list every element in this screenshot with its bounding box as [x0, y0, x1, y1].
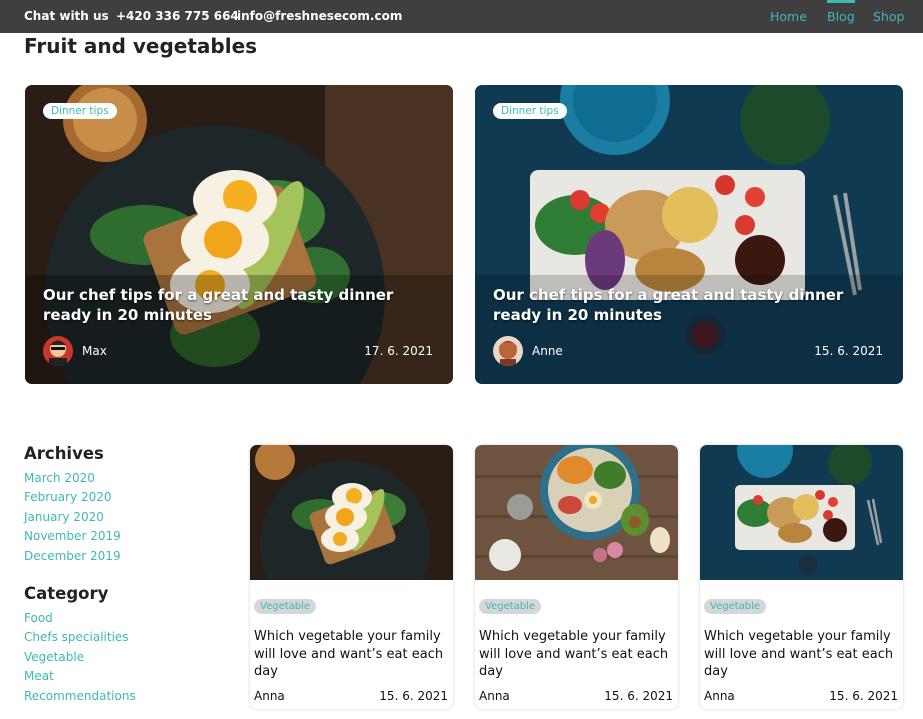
category-link[interactable]: Meat — [24, 669, 54, 683]
category-heading: Category — [24, 584, 109, 603]
nav-shop[interactable]: Shop — [873, 9, 904, 24]
archives-heading: Archives — [24, 444, 104, 463]
featured-post-image — [475, 85, 903, 384]
post-date: 15. 6. 2021 — [814, 344, 883, 358]
category-link[interactable]: Food — [24, 611, 53, 625]
post-image — [700, 445, 903, 580]
post-title[interactable]: Which vegetable your family will love an… — [704, 628, 899, 681]
avatar — [493, 336, 523, 366]
post-title[interactable]: Which vegetable your family will love an… — [254, 628, 449, 681]
category-link[interactable]: Recommendations — [24, 689, 136, 703]
nav-blog[interactable]: Blog — [827, 0, 855, 24]
post-date: 15. 6. 2021 — [604, 689, 673, 703]
post-image — [475, 445, 678, 580]
page-title: Fruit and vegetables — [24, 34, 258, 58]
post-tag[interactable]: Vegetable — [479, 599, 542, 614]
post-tag[interactable]: Dinner tips — [43, 103, 117, 119]
post-image — [250, 445, 453, 580]
post-author: Anne — [532, 344, 563, 358]
post-author: Anna — [704, 689, 735, 703]
archive-link[interactable]: January 2020 — [24, 510, 104, 524]
avatar — [43, 336, 73, 366]
email-link[interactable]: info@freshnesecom.com — [237, 9, 402, 23]
post-date: 15. 6. 2021 — [379, 689, 448, 703]
post-card[interactable]: Vegetable Which vegetable your family wi… — [475, 445, 678, 709]
post-tag[interactable]: Vegetable — [254, 599, 317, 614]
archive-link[interactable]: November 2019 — [24, 529, 121, 543]
post-title[interactable]: Our chef tips for a great and tasty dinn… — [493, 285, 888, 325]
post-tag[interactable]: Vegetable — [704, 599, 767, 614]
nav-home[interactable]: Home — [770, 9, 807, 24]
top-bar: Chat with us +420 336 775 664 info@fresh… — [0, 0, 923, 33]
featured-post-image — [25, 85, 453, 384]
archive-link[interactable]: February 2020 — [24, 490, 112, 504]
featured-post-card[interactable]: Dinner tips Our chef tips for a great an… — [475, 85, 903, 384]
post-title[interactable]: Which vegetable your family will love an… — [479, 628, 674, 681]
post-card[interactable]: Vegetable Which vegetable your family wi… — [250, 445, 453, 709]
post-card[interactable]: Vegetable Which vegetable your family wi… — [700, 445, 903, 709]
archive-link[interactable]: March 2020 — [24, 471, 95, 485]
post-date: 17. 6. 2021 — [364, 344, 433, 358]
post-author: Anna — [479, 689, 510, 703]
post-title[interactable]: Our chef tips for a great and tasty dinn… — [43, 285, 438, 325]
chat-link[interactable]: Chat with us — [24, 9, 109, 23]
post-author: Anna — [254, 689, 285, 703]
archive-link[interactable]: December 2019 — [24, 549, 121, 563]
phone-link[interactable]: +420 336 775 664 — [116, 9, 239, 23]
post-author: Max — [82, 344, 107, 358]
category-link[interactable]: Vegetable — [24, 650, 84, 664]
category-link[interactable]: Chefs specialities — [24, 630, 129, 644]
featured-post-card[interactable]: Dinner tips Our chef tips for a great an… — [25, 85, 453, 384]
post-date: 15. 6. 2021 — [829, 689, 898, 703]
post-tag[interactable]: Dinner tips — [493, 103, 567, 119]
